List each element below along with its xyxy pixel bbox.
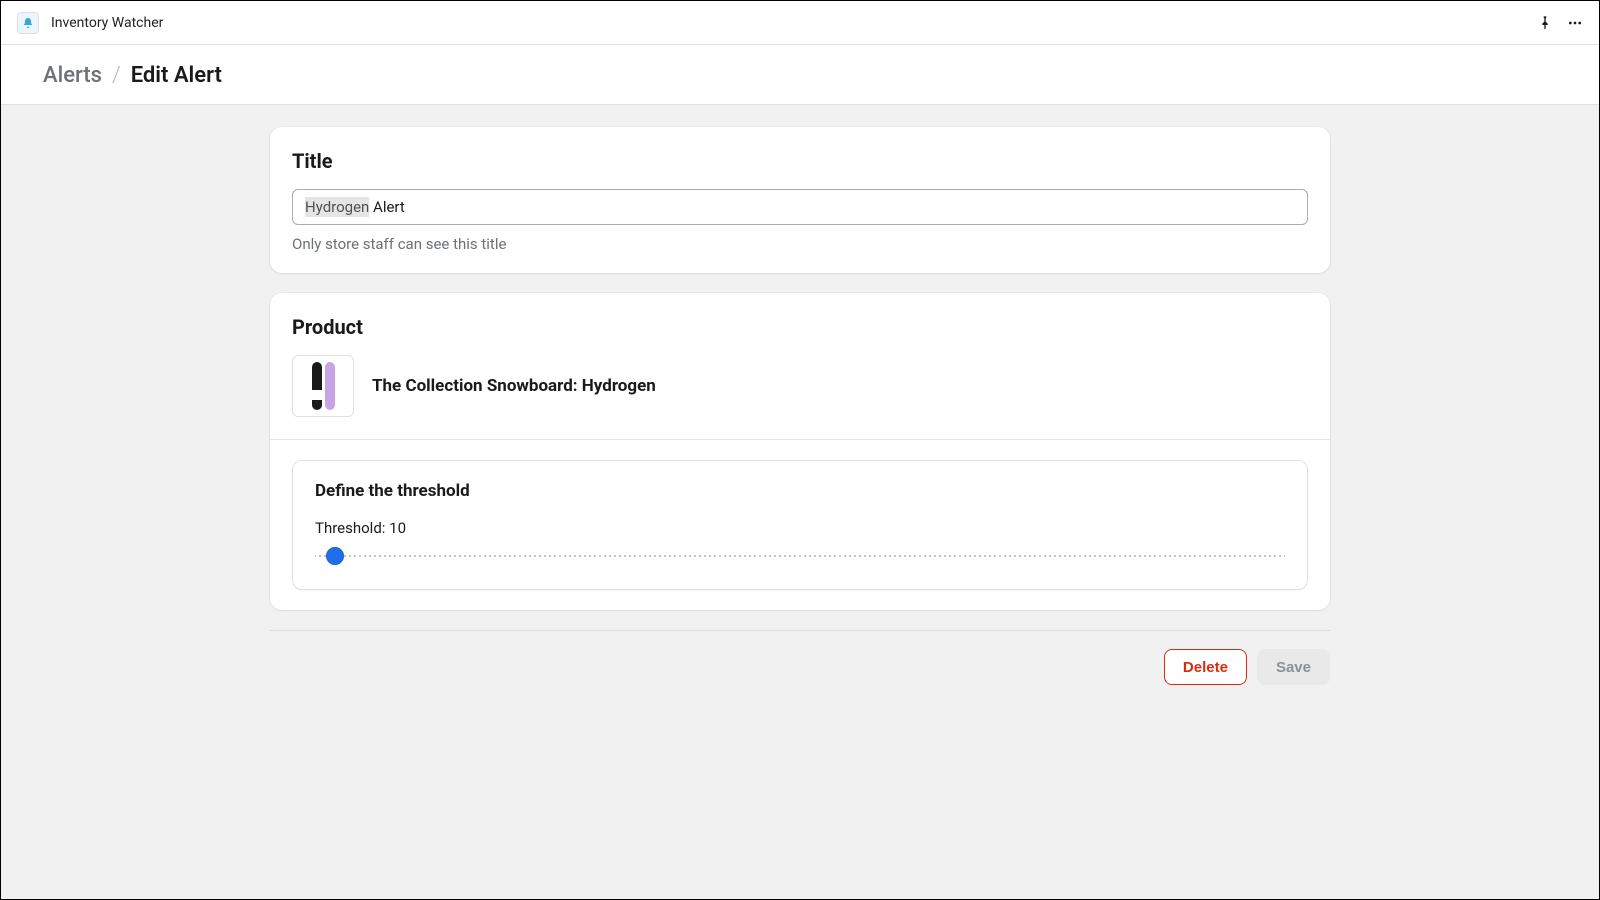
title-card: Title Hydrogen Only store staff can see … (270, 127, 1330, 273)
slider-track (315, 554, 1285, 558)
save-button[interactable]: Save (1257, 649, 1330, 685)
breadcrumb-separator: / (112, 63, 121, 88)
threshold-label-prefix: Threshold: (315, 519, 389, 537)
topbar-right (1537, 15, 1583, 31)
product-section-heading: Product (292, 315, 1308, 339)
threshold-heading: Define the threshold (315, 481, 1285, 501)
breadcrumb-current: Edit Alert (131, 63, 222, 88)
footer-actions: Delete Save (270, 649, 1330, 685)
delete-button[interactable]: Delete (1164, 649, 1247, 685)
title-section-heading: Title (292, 149, 1308, 173)
threshold-value-label: Threshold: 10 (315, 519, 1285, 537)
threshold-card: Define the threshold Threshold: 10 (292, 460, 1308, 590)
title-help-text: Only store staff can see this title (292, 235, 1308, 253)
topbar: Inventory Watcher (1, 1, 1599, 45)
pin-button[interactable] (1537, 15, 1553, 31)
product-thumbnail (292, 355, 354, 417)
app-title: Inventory Watcher (51, 15, 163, 31)
snowboard-graphic-purple (325, 362, 335, 410)
product-row: The Collection Snowboard: Hydrogen (292, 355, 1308, 417)
title-input-wrap: Hydrogen (292, 189, 1308, 225)
product-card: Product The Collection Snowboard: Hydrog… (270, 293, 1330, 610)
title-input[interactable] (292, 189, 1308, 225)
app-icon (17, 12, 39, 34)
main-content: Title Hydrogen Only store staff can see … (1, 105, 1599, 707)
threshold-value: 10 (389, 519, 406, 537)
footer-divider (270, 630, 1330, 631)
topbar-left: Inventory Watcher (17, 12, 163, 34)
notification-icon (22, 17, 34, 29)
more-button[interactable] (1567, 15, 1583, 31)
more-horizontal-icon (1567, 15, 1583, 31)
threshold-slider[interactable] (315, 547, 1285, 565)
breadcrumb: Alerts / Edit Alert (1, 45, 1599, 105)
pin-icon (1537, 15, 1553, 31)
slider-thumb[interactable] (326, 547, 344, 565)
product-name: The Collection Snowboard: Hydrogen (372, 376, 656, 396)
breadcrumb-parent-link[interactable]: Alerts (43, 63, 102, 88)
snowboard-graphic-dark (312, 362, 322, 410)
form-container: Title Hydrogen Only store staff can see … (270, 127, 1330, 685)
